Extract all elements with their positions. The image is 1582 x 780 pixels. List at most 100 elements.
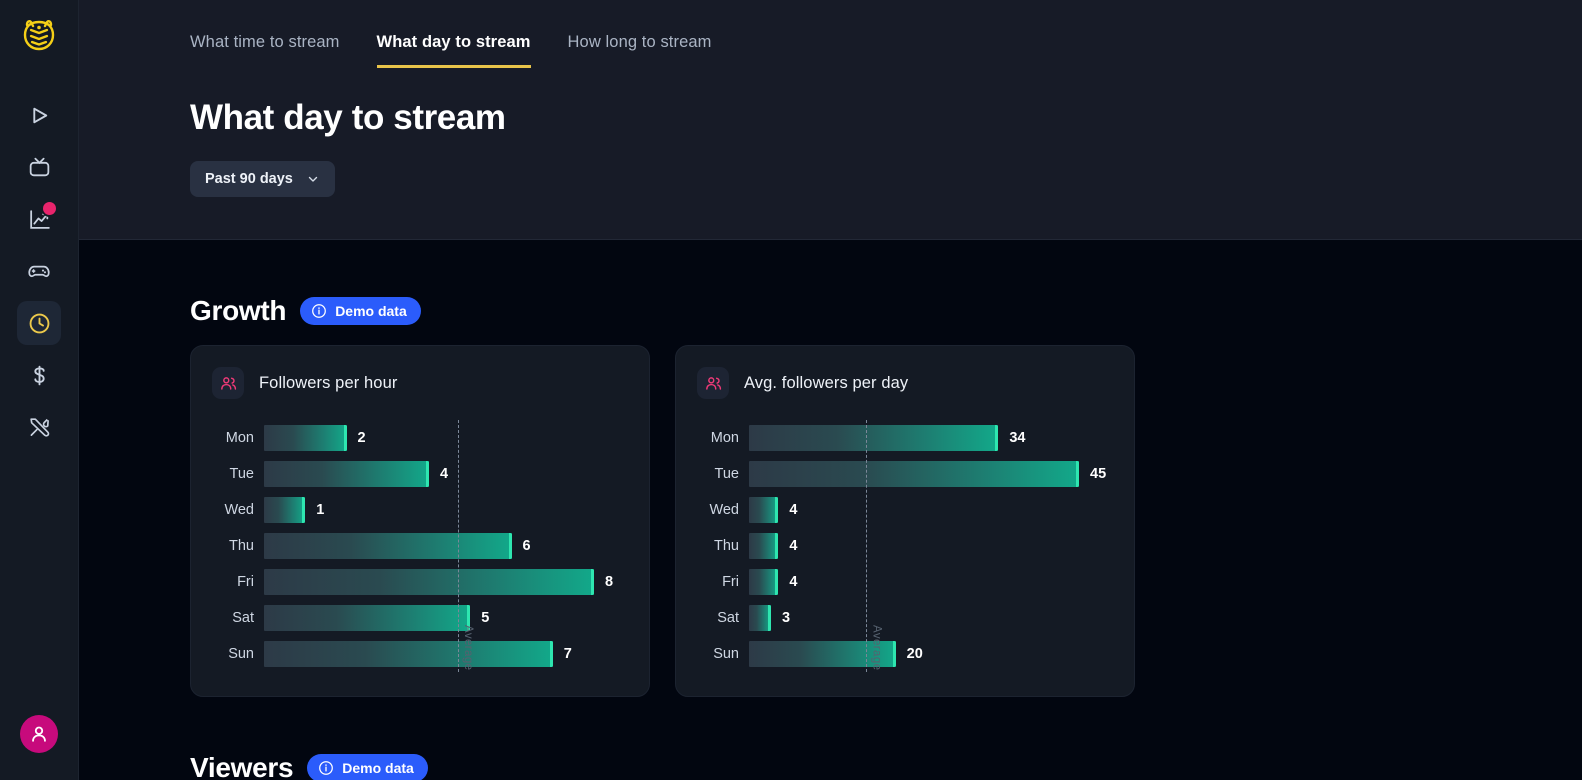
bar-category-label: Tue	[229, 466, 254, 482]
bar	[264, 461, 429, 487]
tab-what-day-to-stream[interactable]: What day to stream	[376, 27, 531, 68]
bar-row[interactable]: Sun 7	[212, 636, 627, 672]
sidebar-item-channel[interactable]	[17, 145, 61, 189]
card-header: Followers per hour	[212, 367, 627, 399]
bar-track: 8	[264, 569, 627, 595]
bar-category-label: Wed	[709, 502, 739, 518]
app-root: What time to stream What day to stream H…	[0, 0, 1582, 780]
tab-how-long-to-stream[interactable]: How long to stream	[568, 27, 712, 68]
bar-category-label: Thu	[229, 538, 254, 554]
bar-row[interactable]: Thu 6	[212, 528, 627, 564]
card-title: Followers per hour	[259, 373, 398, 392]
gamepad-icon	[26, 258, 52, 284]
bar-value-label: 20	[906, 646, 923, 662]
sidebar	[0, 0, 79, 780]
growth-demo-data-badge[interactable]: Demo data	[300, 297, 421, 325]
growth-section-title: Growth	[190, 295, 287, 326]
page-header: What time to stream What day to stream H…	[79, 0, 1582, 240]
section-growth: Growth Demo data Followers per hour Mon …	[79, 240, 1582, 697]
bar-track: 7	[264, 641, 627, 667]
bar	[264, 533, 512, 559]
date-range-selector[interactable]: Past 90 days	[190, 161, 335, 197]
bar-value-label: 2	[357, 430, 366, 446]
bar-row[interactable]: Wed 1	[212, 492, 627, 528]
bar-chart: Mon 34 Tue 45 Wed 4 Thu 4 Fri 4 Sat 3 Sun 20 Average	[697, 420, 1112, 672]
bar	[749, 533, 779, 559]
tab-what-time-to-stream[interactable]: What time to stream	[190, 27, 340, 68]
bar-category-label: Sun	[228, 646, 254, 662]
bar-row[interactable]: Mon 34	[697, 420, 1112, 456]
bar-category-label: Wed	[224, 502, 254, 518]
bar	[749, 497, 779, 523]
growth-section-header: Growth Demo data	[190, 240, 1582, 327]
bar	[749, 605, 771, 631]
bar	[264, 641, 553, 667]
clock-icon	[27, 311, 52, 336]
bar-row[interactable]: Sat 5	[212, 600, 627, 636]
tv-icon	[27, 155, 52, 180]
bar	[749, 569, 779, 595]
bar	[749, 641, 896, 667]
bar-category-label: Mon	[710, 430, 739, 446]
bar-value-label: 4	[789, 574, 798, 590]
chevron-down-icon	[306, 172, 320, 186]
bar-row[interactable]: Tue 45	[697, 456, 1112, 492]
sidebar-item-analytics[interactable]	[17, 197, 61, 241]
sidebar-item-stream[interactable]	[17, 93, 61, 137]
bar-row[interactable]: Tue 4	[212, 456, 627, 492]
bar-track: 20	[749, 641, 1112, 667]
bar-track: 4	[749, 569, 1112, 595]
bar	[264, 605, 471, 631]
bar-row[interactable]: Thu 4	[697, 528, 1112, 564]
sidebar-item-schedule[interactable]	[17, 301, 61, 345]
growth-cards-row: Followers per hour Mon 2 Tue 4 Wed 1 Thu 6 Fri 8 S…	[190, 345, 1582, 697]
play-icon	[27, 103, 52, 128]
bar-track: 4	[749, 533, 1112, 559]
dollar-icon	[27, 363, 52, 388]
bar-row[interactable]: Sun 20	[697, 636, 1112, 672]
user-avatar[interactable]	[20, 715, 58, 753]
bar-category-label: Thu	[714, 538, 739, 554]
main-area: What time to stream What day to stream H…	[79, 0, 1582, 780]
section-viewers: Viewers Demo data	[79, 697, 1582, 780]
bar-category-label: Tue	[714, 466, 739, 482]
sidebar-item-games[interactable]	[17, 249, 61, 293]
bar-row[interactable]: Fri 8	[212, 564, 627, 600]
viewers-section-header: Viewers Demo data	[190, 697, 1582, 780]
bar-row[interactable]: Fri 4	[697, 564, 1112, 600]
bar-track: 3	[749, 605, 1112, 631]
card-avg-followers-per-day: Avg. followers per day Mon 34 Tue 45 Wed 4 Thu…	[675, 345, 1135, 697]
bar-row[interactable]: Wed 4	[697, 492, 1112, 528]
card-header: Avg. followers per day	[697, 367, 1112, 399]
bar-value-label: 45	[1090, 466, 1107, 482]
viewers-demo-data-badge[interactable]: Demo data	[307, 754, 428, 780]
bar-value-label: 34	[1009, 430, 1026, 446]
bar-value-label: 7	[563, 646, 572, 662]
bar	[749, 425, 999, 451]
viewers-section-title: Viewers	[190, 752, 294, 780]
owl-shield-logo[interactable]	[17, 13, 61, 57]
bar-chart: Mon 2 Tue 4 Wed 1 Thu 6 Fri 8 Sat 5 Sun 7 Average	[212, 420, 627, 672]
bar-value-label: 4	[789, 538, 798, 554]
date-range-value: Past 90 days	[205, 171, 293, 187]
card-title: Avg. followers per day	[744, 373, 909, 392]
content-area: Growth Demo data Followers per hour Mon …	[79, 240, 1582, 780]
tab-bar: What time to stream What day to stream H…	[79, 0, 1582, 68]
tools-icon	[27, 415, 52, 440]
info-icon	[311, 303, 327, 319]
bar-row[interactable]: Sat 3	[697, 600, 1112, 636]
bar	[264, 425, 347, 451]
users-icon	[697, 367, 729, 399]
bar-row[interactable]: Mon 2	[212, 420, 627, 456]
bar	[749, 461, 1079, 487]
bar-track: 4	[264, 461, 627, 487]
bar-value-label: 3	[782, 610, 791, 626]
bar	[264, 569, 594, 595]
sidebar-item-tools[interactable]	[17, 405, 61, 449]
users-icon	[212, 367, 244, 399]
bar-value-label: 4	[789, 502, 798, 518]
chart-followers-per-hour: Mon 2 Tue 4 Wed 1 Thu 6 Fri 8 Sat 5 Sun 7 Average	[212, 420, 627, 672]
bar-category-label: Fri	[722, 574, 739, 590]
sidebar-item-revenue[interactable]	[17, 353, 61, 397]
growth-demo-data-label: Demo data	[335, 303, 407, 319]
